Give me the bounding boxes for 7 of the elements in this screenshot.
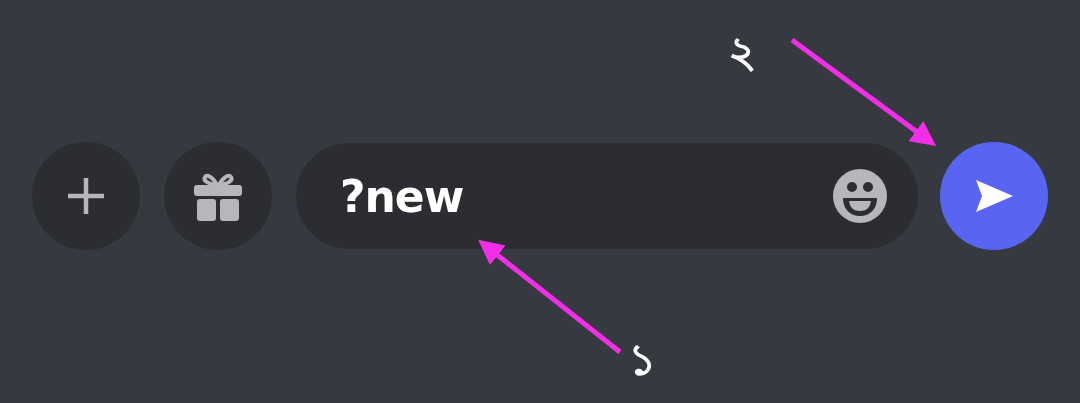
annotation-number: ১ [628,338,657,382]
smiley-icon [832,168,888,224]
send-icon [974,178,1014,214]
message-input[interactable]: ?new [296,143,918,249]
plus-icon [66,176,106,216]
annotation-number: ২ [728,30,757,74]
emoji-button[interactable] [832,168,888,224]
